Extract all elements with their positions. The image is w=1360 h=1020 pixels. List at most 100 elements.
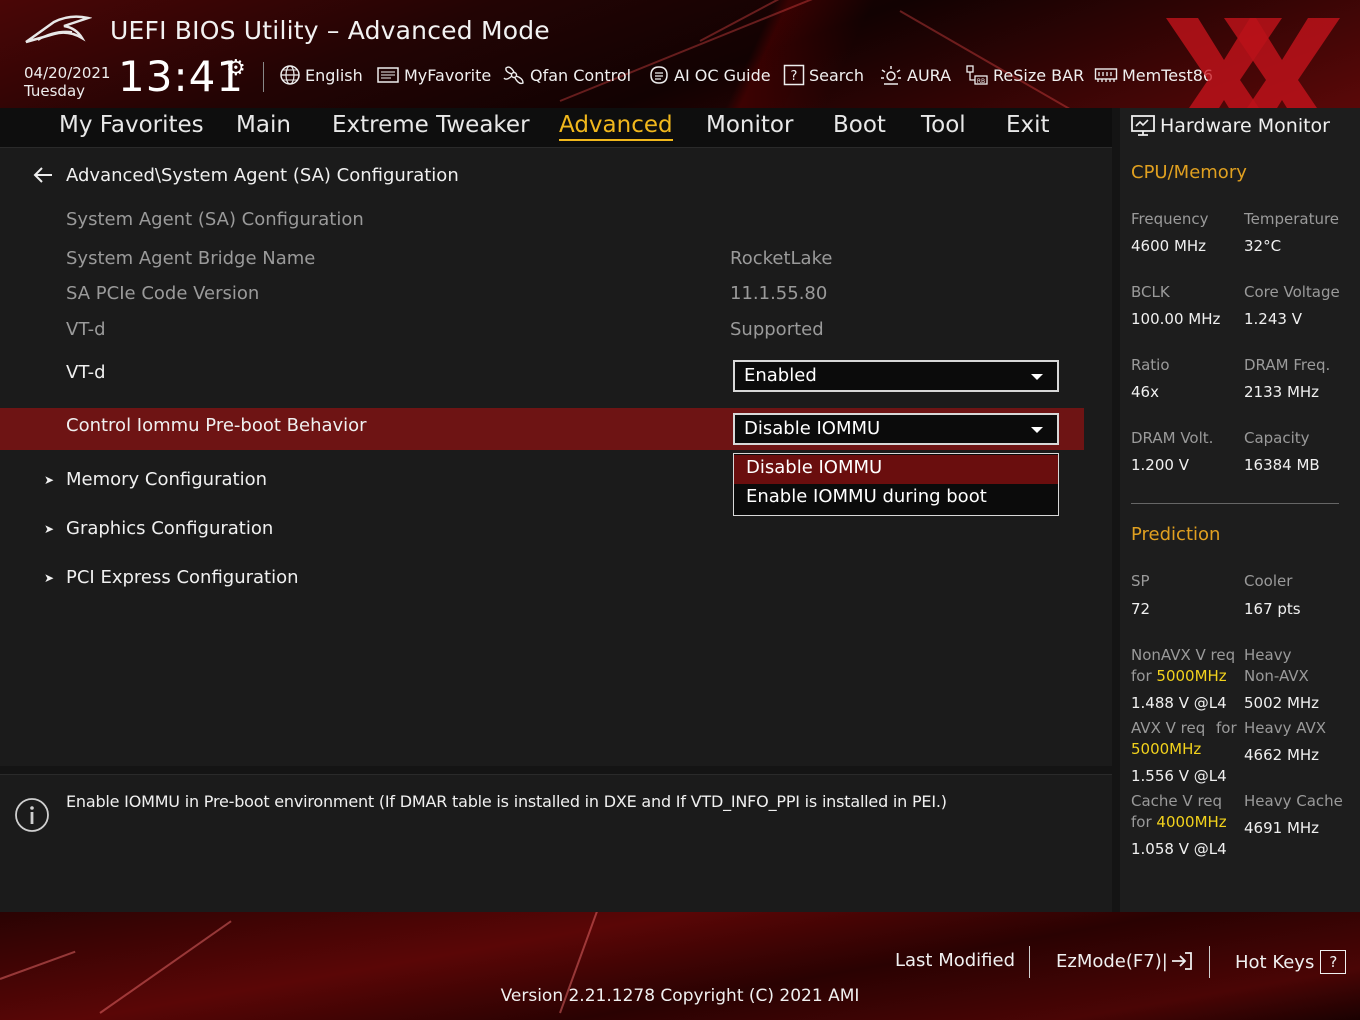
top-bar: UEFI BIOS Utility – Advanced Mode 04/20/…	[0, 0, 1360, 108]
section-heading: System Agent (SA) Configuration	[66, 209, 364, 230]
main-menu-bar: My Favorites Main Extreme Tweaker Advanc…	[0, 108, 1112, 148]
heavy-nonavx-label-1: Heavy	[1244, 646, 1292, 664]
help-text: Enable IOMMU in Pre-boot environment (If…	[66, 792, 947, 811]
hardware-monitor-title: Hardware Monitor	[1130, 114, 1330, 138]
option-enable-iommu-during-boot[interactable]: Enable IOMMU during boot	[734, 484, 1058, 513]
myfavorite-button[interactable]: MyFavorite	[376, 64, 491, 86]
temperature-value: 32°C	[1244, 237, 1282, 255]
chevron-right-icon: ➤	[44, 472, 55, 487]
header-divider	[263, 62, 264, 92]
chevron-right-icon: ➤	[44, 521, 55, 536]
back-arrow-icon[interactable]	[32, 164, 54, 186]
dram-volt-label: DRAM Volt.	[1131, 429, 1214, 447]
tab-my-favorites[interactable]: My Favorites	[59, 112, 204, 138]
resize-bar-icon: RB	[965, 64, 989, 86]
sp-value: 72	[1131, 600, 1151, 618]
capacity-label: Capacity	[1244, 429, 1310, 447]
ratio-value: 46x	[1131, 383, 1159, 401]
last-modified-button[interactable]: Last Modified	[895, 950, 1015, 971]
version-text: Version 2.21.1278 Copyright (C) 2021 AMI	[0, 986, 1360, 1006]
core-voltage-value: 1.243 V	[1244, 310, 1302, 328]
myfavorite-label: MyFavorite	[404, 65, 492, 85]
search-label: Search	[809, 65, 864, 85]
tab-boot[interactable]: Boot	[833, 112, 886, 138]
iommu-setting-label: Control Iommu Pre-boot Behavior	[66, 415, 367, 436]
vtd-support-value: Supported	[730, 319, 824, 340]
tab-advanced[interactable]: Advanced	[559, 112, 673, 141]
cooler-label: Cooler	[1244, 572, 1293, 590]
ezmode-button[interactable]: EzMode(F7)|	[1056, 950, 1194, 972]
qfan-control-label: Qfan Control	[530, 65, 632, 85]
heavy-cache-value: 4691 MHz	[1244, 819, 1320, 837]
memory-icon	[1094, 65, 1118, 85]
ezmode-label: EzMode(F7)|	[1056, 950, 1168, 972]
language-button[interactable]: English	[279, 64, 363, 86]
footer-divider	[1209, 946, 1210, 978]
clock-settings-gear-icon[interactable]: ⚙	[226, 56, 246, 81]
dram-freq-label: DRAM Freq.	[1244, 356, 1331, 374]
decor-streak	[559, 0, 839, 102]
cache-vreq-value: 1.058 V @L4	[1131, 840, 1227, 858]
cache-vreq-label: Cache V req	[1131, 792, 1223, 810]
resize-bar-button[interactable]: RB ReSize BAR	[965, 64, 1084, 86]
bridge-name-label: System Agent Bridge Name	[66, 248, 316, 269]
nonavx-vreq-label: NonAVX V req	[1131, 646, 1236, 664]
monitor-icon	[1131, 115, 1155, 136]
nonavx-vreq-for: for 5000MHz	[1131, 666, 1227, 687]
submenu-memory-configuration[interactable]: ➤ Memory Configuration	[44, 469, 267, 490]
avx-freq: 5000MHz	[1131, 740, 1202, 758]
breadcrumb-path: Advanced\System Agent (SA) Configuration	[66, 164, 459, 186]
settings-panel: Advanced\System Agent (SA) Configuration…	[0, 148, 1112, 766]
ratio-label: Ratio	[1131, 356, 1170, 374]
help-key-icon: ?	[1320, 950, 1347, 974]
cache-freq: 4000MHz	[1156, 813, 1227, 831]
decor-streak	[899, 10, 1074, 108]
ai-oc-guide-button[interactable]: AI OC Guide	[648, 64, 771, 86]
submenu-label: Memory Configuration	[66, 469, 267, 490]
tab-monitor[interactable]: Monitor	[706, 112, 793, 138]
chevron-down-icon	[1031, 427, 1043, 433]
rog-logo-icon	[25, 15, 92, 44]
hot-keys-label: Hot Keys	[1235, 951, 1315, 973]
tab-tool[interactable]: Tool	[921, 112, 966, 138]
decor-streak	[699, 0, 931, 42]
search-button[interactable]: ? Search	[783, 64, 864, 86]
exit-arrow-icon	[1171, 952, 1192, 970]
dram-freq-value: 2133 MHz	[1244, 383, 1320, 401]
fan-icon	[502, 64, 526, 86]
iommu-select[interactable]: Disable IOMMU	[733, 413, 1059, 445]
cooler-value: 167 pts	[1244, 600, 1301, 618]
decor-streak	[0, 950, 76, 980]
ai-oc-guide-label: AI OC Guide	[674, 65, 771, 85]
sp-label: SP	[1131, 572, 1150, 590]
heavy-avx-label: Heavy AVX	[1244, 719, 1327, 737]
info-icon	[15, 798, 49, 832]
svg-text:RB: RB	[977, 78, 985, 85]
aura-icon	[879, 64, 903, 86]
avx-vreq-value: 1.556 V @L4	[1131, 767, 1227, 785]
hardware-monitor-label: Hardware Monitor	[1160, 115, 1330, 137]
footer-divider	[1029, 946, 1030, 978]
vtd-select-value: Enabled	[744, 365, 817, 386]
submenu-graphics-configuration[interactable]: ➤ Graphics Configuration	[44, 518, 273, 539]
nonavx-freq: 5000MHz	[1156, 667, 1227, 685]
hot-keys-button[interactable]: Hot Keys ?	[1235, 950, 1347, 974]
xx-watermark-logo	[1166, 18, 1340, 108]
globe-icon	[279, 64, 301, 86]
vtd-select[interactable]: Enabled	[733, 360, 1059, 392]
aura-button[interactable]: AURA	[879, 64, 951, 86]
qfan-control-button[interactable]: Qfan Control	[502, 64, 631, 86]
tab-exit[interactable]: Exit	[1006, 112, 1050, 138]
tab-main[interactable]: Main	[236, 112, 291, 138]
dram-volt-value: 1.200 V	[1131, 456, 1189, 474]
option-disable-iommu[interactable]: Disable IOMMU	[734, 455, 1058, 484]
tab-extreme-tweaker[interactable]: Extreme Tweaker	[332, 112, 530, 138]
heavy-nonavx-label-2: Non-AVX	[1244, 667, 1309, 685]
submenu-pci-express-configuration[interactable]: ➤ PCI Express Configuration	[44, 567, 299, 588]
submenu-label: Graphics Configuration	[66, 518, 274, 539]
vtd-setting-label: VT-d	[66, 362, 106, 383]
day-display: Tuesday	[24, 82, 86, 100]
help-box-icon: ?	[783, 64, 805, 86]
nonavx-vreq-value: 1.488 V @L4	[1131, 694, 1227, 712]
frequency-label: Frequency	[1131, 210, 1209, 228]
